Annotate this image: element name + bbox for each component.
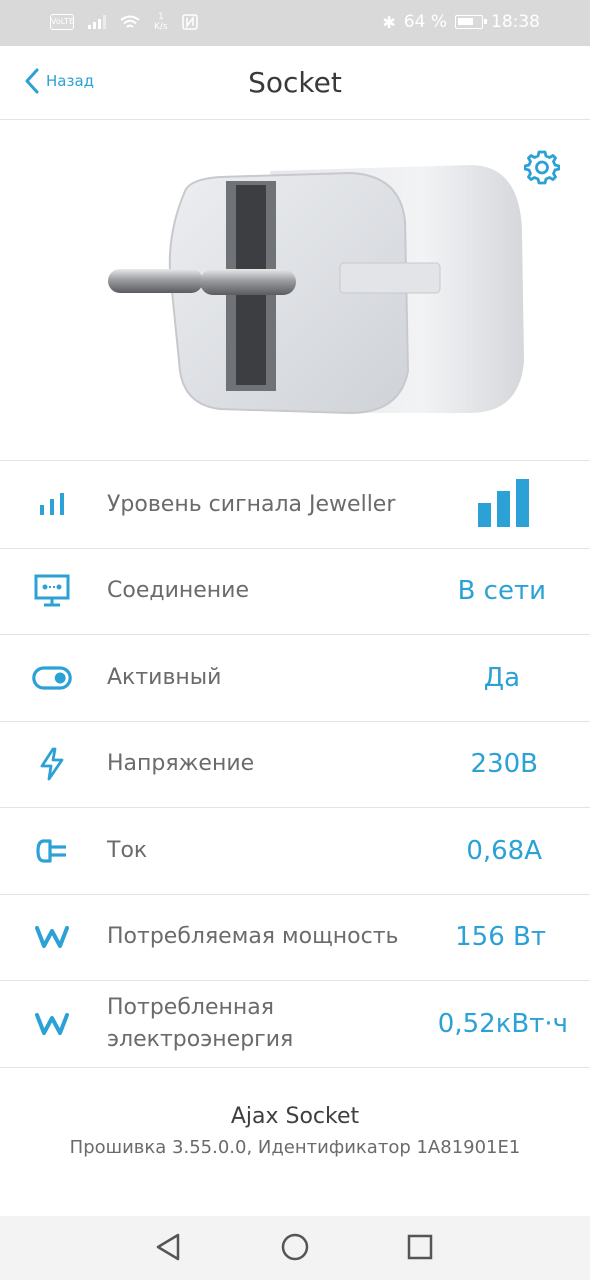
row-value: 156 Вт: [455, 922, 546, 953]
device-name: Ajax Socket: [230, 1104, 360, 1129]
triangle-back-icon: [156, 1233, 180, 1261]
nav-home-button[interactable]: [281, 1232, 309, 1266]
signal-strength-indicator: [478, 478, 530, 531]
wifi-icon: [120, 15, 140, 28]
row-label: Напряжение: [107, 751, 255, 777]
device-image-panel: [0, 121, 590, 461]
w-power-icon: [32, 917, 72, 957]
page-title: Socket: [248, 66, 342, 99]
settings-gear-button[interactable]: [523, 149, 561, 189]
row-value: В сети: [457, 576, 546, 607]
plug-current-icon: [32, 831, 72, 871]
cellular-signal-icon: [88, 15, 106, 29]
network-speed: 1 K/s: [154, 12, 168, 32]
row-label: Ток: [107, 837, 148, 863]
row-voltage: Напряжение 230В: [0, 722, 590, 808]
device-parameters-list: Уровень сигнала Jeweller Соединение В се…: [0, 462, 590, 1068]
connection-monitor-icon: [32, 571, 72, 611]
toggle-icon: [32, 658, 72, 698]
status-bar: VoLTE 1 K/s ✱ 64 % 18:38: [0, 0, 590, 46]
nav-back-button[interactable]: [154, 1232, 182, 1266]
row-active: Активный Да: [0, 635, 590, 722]
android-navigation-bar: [0, 1216, 590, 1280]
firmware-info: Прошивка 3.55.0.0, Идентификатор 1A81901…: [69, 1137, 521, 1158]
row-label: Активный: [107, 664, 222, 690]
w-energy-icon: [32, 1004, 72, 1044]
row-label: Потребляемая мощность: [107, 924, 399, 950]
circle-home-icon: [281, 1233, 309, 1261]
row-connection: Соединение В сети: [0, 549, 590, 635]
row-value: 230В: [470, 749, 538, 780]
row-label: Потребленная электроэнергия: [107, 994, 294, 1052]
row-label: Уровень сигнала Jeweller: [107, 491, 396, 517]
signal-bars-icon: [32, 485, 72, 525]
bluetooth-icon: ✱: [382, 12, 396, 32]
nfc-icon: [181, 14, 198, 30]
square-recents-icon: [407, 1234, 433, 1260]
row-current: Ток 0,68А: [0, 808, 590, 895]
device-info-footer: Ajax Socket Прошивка 3.55.0.0, Идентифик…: [0, 1068, 590, 1216]
battery-percent: 64 %: [403, 12, 447, 32]
row-value: Да: [483, 662, 520, 693]
gear-icon: [523, 150, 561, 185]
row-value: 0,68А: [466, 835, 542, 866]
socket-device-image: [108, 165, 524, 415]
row-label: Соединение: [107, 578, 250, 604]
row-value: 0,52кВт·ч: [437, 1008, 568, 1039]
clock: 18:38: [491, 12, 540, 32]
network-speed-unit: K/s: [154, 22, 168, 32]
app-header: Назад Socket: [0, 46, 590, 120]
nav-recents-button[interactable]: [406, 1232, 434, 1266]
lightning-icon: [32, 744, 72, 784]
row-signal-level: Уровень сигнала Jeweller: [0, 462, 590, 549]
battery-icon: [455, 15, 487, 29]
network-speed-value: 1: [157, 12, 164, 22]
row-energy: Потребленная электроэнергия 0,52кВт·ч: [0, 981, 590, 1068]
row-power: Потребляемая мощность 156 Вт: [0, 895, 590, 981]
volte-icon: VoLTE: [50, 14, 74, 30]
